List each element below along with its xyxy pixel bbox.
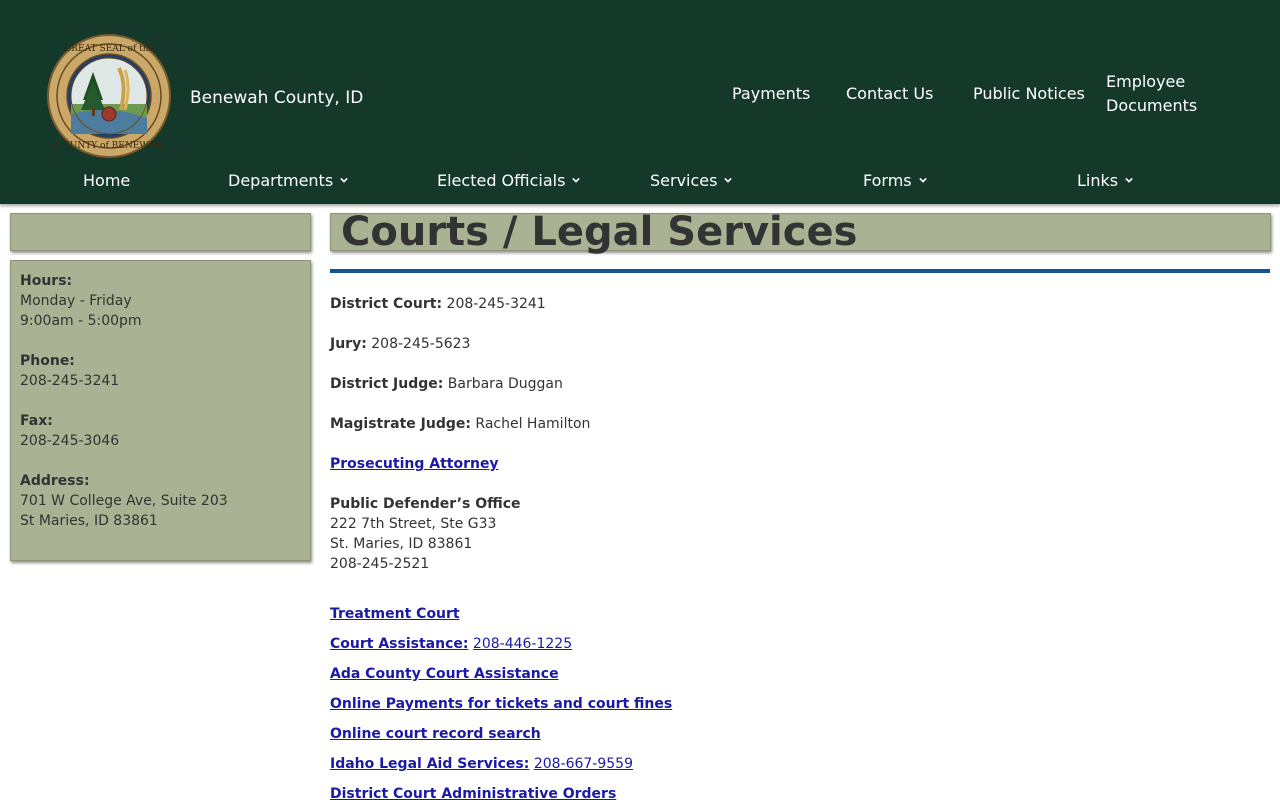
nav-contact-link[interactable]: Contact Us	[846, 82, 933, 106]
jury-label: Jury:	[330, 336, 367, 352]
main-nav-elected-officials[interactable]: Elected Officials	[437, 169, 581, 193]
prosecuting-row: Prosecuting Attorney	[330, 454, 499, 474]
chevron-down-icon	[918, 177, 927, 183]
district-court-row: District Court: 208-245-3241	[330, 294, 546, 314]
hours-label: Hours:	[20, 273, 73, 289]
employee-documents-line1: Employee	[1106, 72, 1186, 91]
public-defender-phone: 208-245-2521	[330, 556, 430, 572]
admin-orders-link[interactable]: District Court Administrative Orders	[330, 786, 616, 800]
main-nav-links[interactable]: Links	[1077, 169, 1133, 193]
public-defender-address2: St. Maries, ID 83861	[330, 536, 473, 552]
ada-county-row: Ada County Court Assistance	[330, 664, 559, 684]
phone-label: Phone:	[20, 353, 75, 369]
address-label: Address:	[20, 473, 90, 489]
fax-label: Fax:	[20, 413, 53, 429]
hours-time: 9:00am - 5:00pm	[20, 313, 142, 329]
hours-group: Hours: Monday - Friday 9:00am - 5:00pm	[20, 271, 301, 331]
treatment-court-link[interactable]: Treatment Court	[330, 606, 460, 622]
page-title-bar: Courts / Legal Services	[330, 209, 1271, 255]
online-payments-row: Online Payments for tickets and court fi…	[330, 694, 672, 714]
phone-value: 208-245-3241	[20, 373, 120, 389]
main-nav-forms[interactable]: Forms	[863, 169, 927, 193]
idaho-legal-aid-link[interactable]: Idaho Legal Aid Services:	[330, 756, 529, 772]
county-seal-logo[interactable]: GREAT SEAL of the COUNTY of BENEWAH	[47, 34, 171, 158]
magistrate-judge-name: Rachel Hamilton	[475, 416, 591, 432]
district-court-label: District Court:	[330, 296, 443, 312]
legal-aid-phone-link[interactable]: 208-667-9559	[534, 756, 633, 772]
address-line1: 701 W College Ave, Suite 203	[20, 493, 228, 509]
employee-documents-line2: Documents	[1106, 96, 1198, 115]
main-nav-home[interactable]: Home	[83, 169, 130, 193]
public-defender-row: Public Defender’s Office 222 7th Street,…	[330, 494, 521, 574]
main-nav-services[interactable]: Services	[650, 169, 733, 193]
ada-county-assistance-link[interactable]: Ada County Court Assistance	[330, 666, 559, 682]
site-header: GREAT SEAL of the COUNTY of BENEWAH Bene…	[0, 0, 1280, 204]
title-divider	[330, 269, 1270, 273]
sidebar-header-bar	[10, 213, 311, 251]
record-search-row: Online court record search	[330, 724, 541, 744]
public-defender-label: Public Defender’s Office	[330, 496, 521, 512]
prosecuting-attorney-link[interactable]: Prosecuting Attorney	[330, 456, 499, 472]
sidebar-contact-box: Hours: Monday - Friday 9:00am - 5:00pm P…	[10, 260, 311, 561]
court-assistance-row: Court Assistance: 208-446-1225	[330, 634, 572, 654]
fax-group: Fax: 208-245-3046	[20, 411, 301, 451]
svg-text:COUNTY of BENEWAH: COUNTY of BENEWAH	[56, 141, 163, 151]
page-title: Courts / Legal Services	[341, 209, 858, 255]
main-nav-services-label: Services	[650, 171, 718, 190]
chevron-down-icon	[572, 177, 581, 183]
main-nav-links-label: Links	[1077, 171, 1119, 190]
fax-value: 208-245-3046	[20, 433, 120, 449]
address-group: Address: 701 W College Ave, Suite 203 St…	[20, 471, 301, 531]
online-payments-link[interactable]: Online Payments for tickets and court fi…	[330, 696, 672, 712]
address-line2: St Maries, ID 83861	[20, 513, 158, 529]
treatment-court-row: Treatment Court	[330, 604, 460, 624]
nav-employee-documents-link[interactable]: Employee Documents	[1106, 70, 1216, 118]
court-assistance-link[interactable]: Court Assistance:	[330, 636, 468, 652]
main-nav-home-label: Home	[83, 171, 131, 190]
chevron-down-icon	[724, 177, 733, 183]
legal-aid-row: Idaho Legal Aid Services: 208-667-9559	[330, 754, 633, 774]
main-nav-elected-officials-label: Elected Officials	[437, 171, 566, 190]
district-judge-row: District Judge: Barbara Duggan	[330, 374, 563, 394]
main-nav-departments-label: Departments	[228, 171, 334, 190]
magistrate-judge-label: Magistrate Judge:	[330, 416, 471, 432]
chevron-down-icon	[1125, 177, 1133, 183]
admin-orders-row: District Court Administrative Orders	[330, 784, 616, 800]
court-record-search-link[interactable]: Online court record search	[330, 726, 541, 742]
site-name-link[interactable]: Benewah County, ID	[190, 88, 363, 108]
public-defender-address1: 222 7th Street, Ste G33	[330, 516, 497, 532]
main-nav-departments[interactable]: Departments	[228, 169, 348, 193]
district-court-phone: 208-245-3241	[446, 296, 546, 312]
main-nav-forms-label: Forms	[863, 171, 912, 190]
district-judge-label: District Judge:	[330, 376, 444, 392]
svg-text:GREAT SEAL of the: GREAT SEAL of the	[64, 44, 154, 54]
nav-public-notices-link[interactable]: Public Notices	[973, 82, 1085, 106]
district-judge-name: Barbara Duggan	[447, 376, 563, 392]
court-assistance-phone-link[interactable]: 208-446-1225	[473, 636, 572, 652]
jury-phone: 208-245-5623	[371, 336, 471, 352]
jury-row: Jury: 208-245-5623	[330, 334, 470, 354]
hours-days: Monday - Friday	[20, 293, 132, 309]
chevron-down-icon	[340, 177, 348, 183]
nav-payments-link[interactable]: Payments	[732, 82, 810, 106]
phone-group: Phone: 208-245-3241	[20, 351, 301, 391]
magistrate-judge-row: Magistrate Judge: Rachel Hamilton	[330, 414, 590, 434]
